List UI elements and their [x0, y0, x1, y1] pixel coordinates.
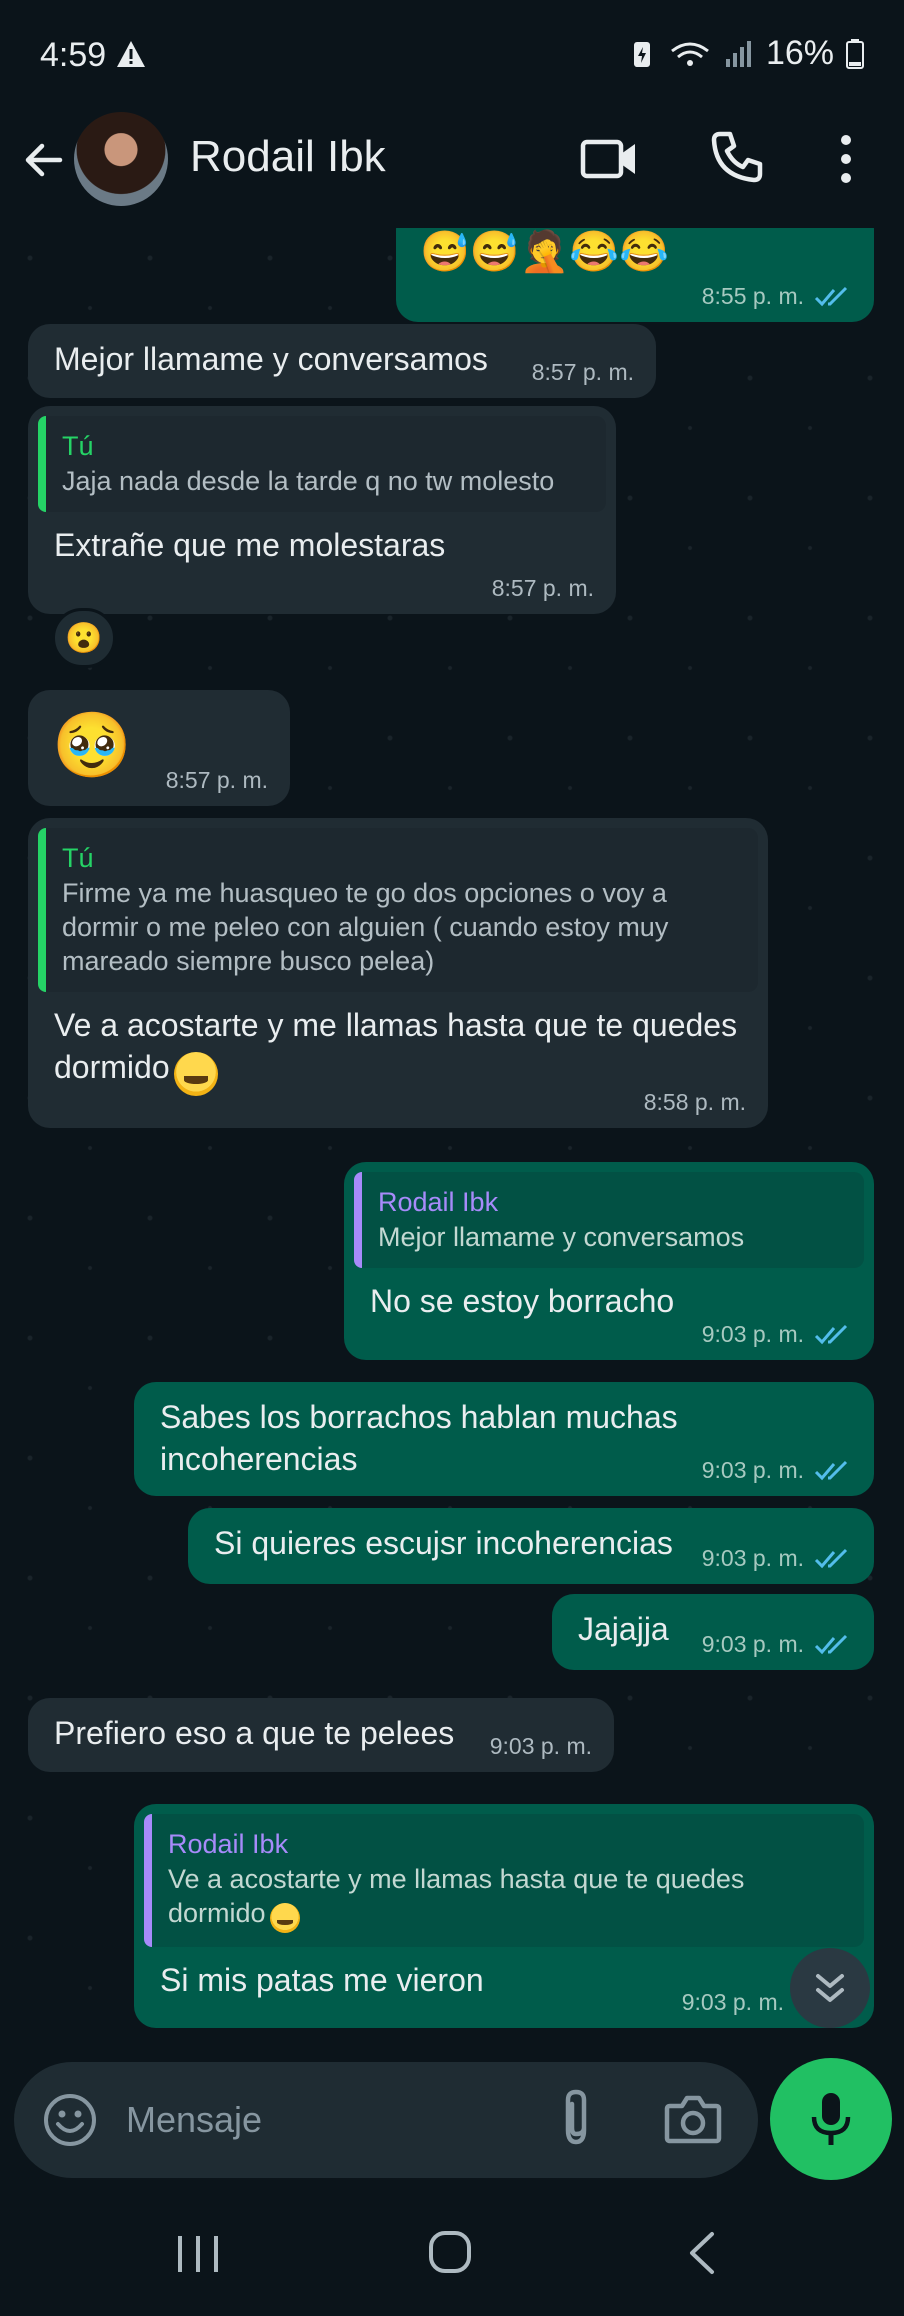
- warning-icon: [117, 41, 145, 67]
- system-nav-bar: [0, 2188, 904, 2316]
- quote-author: Rodail Ibk: [168, 1829, 289, 1859]
- message-outgoing[interactable]: Jajajja 9:03 p. m.: [552, 1594, 874, 1670]
- quoted-message[interactable]: Tú Jaja nada desde la tarde q no tw mole…: [38, 416, 606, 512]
- recent-apps-icon[interactable]: [176, 2234, 220, 2274]
- scroll-to-bottom-button[interactable]: [790, 1948, 870, 2028]
- video-call-icon[interactable]: [580, 134, 638, 184]
- double-chevron-down-icon: [816, 1974, 844, 2002]
- message-time: 8:57 p. m.: [165, 767, 268, 793]
- status-right: 16%: [628, 34, 864, 73]
- quote-text: Ve a acostarte y me llamas hasta que te …: [168, 1864, 745, 1928]
- home-icon[interactable]: [428, 2230, 472, 2274]
- message-time: 9:03 p. m.: [489, 1733, 592, 1759]
- message-outgoing[interactable]: Sabes los borrachos hablan muchas incohe…: [134, 1382, 874, 1496]
- battery-saver-icon: [633, 41, 650, 67]
- phone-call-icon[interactable]: [710, 130, 764, 184]
- message-time: 8:55 p. m.: [701, 283, 804, 309]
- message-meta: 8:57 p. m.: [166, 767, 268, 794]
- message-time: 9:03 p. m.: [701, 1545, 804, 1571]
- message-list[interactable]: 😅😅🤦😂😂 8:55 p. m. Mejor llamame y convers…: [0, 228, 904, 2048]
- message-outgoing-reply[interactable]: Rodail Ibk Mejor llamame y conversamos N…: [344, 1162, 874, 1360]
- status-bar: 4:59 16%: [0, 0, 904, 108]
- quote-text: Firme ya me huasqueo te go dos opciones …: [62, 878, 669, 976]
- message-meta: 8:58 p. m.: [644, 1089, 746, 1116]
- grinning-sweat-emoji-icon: [270, 1902, 300, 1933]
- read-ticks-icon: [814, 1634, 848, 1654]
- message-time: 9:03 p. m.: [681, 1989, 784, 2015]
- battery-icon: [846, 38, 864, 69]
- message-meta: 8:57 p. m.: [492, 575, 594, 602]
- emoji-message: 🥹: [52, 709, 132, 781]
- message-text: No se estoy borracho: [370, 1283, 675, 1319]
- grinning-sweat-emoji-icon: [174, 1051, 219, 1096]
- quote-bar: [38, 416, 46, 512]
- emoji-picker-icon[interactable]: [42, 2092, 98, 2148]
- message-text: Extrañe que me molestaras: [54, 527, 446, 563]
- emoji-message: 😅😅🤦😂😂: [420, 230, 670, 274]
- message-meta: 9:03 p. m.: [682, 1989, 784, 2016]
- quoted-message[interactable]: Rodail Ibk Mejor llamame y conversamos: [354, 1172, 864, 1268]
- quote-bar: [38, 828, 46, 992]
- quote-text: Mejor llamame y conversamos: [378, 1222, 745, 1252]
- message-time: 8:57 p. m.: [531, 359, 634, 385]
- message-incoming[interactable]: 🥹 8:57 p. m.: [28, 690, 290, 806]
- attach-paperclip-icon[interactable]: [552, 2088, 602, 2148]
- quote-author: Rodail Ibk: [378, 1187, 499, 1217]
- composer: [0, 2048, 904, 2188]
- wifi-icon: [671, 42, 709, 66]
- message-text: Sabes los borrachos hablan muchas incohe…: [160, 1399, 687, 1477]
- message-meta: 9:03 p. m.: [702, 1321, 852, 1348]
- message-incoming[interactable]: Prefiero eso a que te pelees 9:03 p. m.: [28, 1698, 614, 1772]
- quote-body: Ve a acostarte y me llamas hasta que te …: [168, 1862, 846, 1933]
- message-meta: 9:03 p. m.: [702, 1631, 852, 1658]
- message-meta: 9:03 p. m.: [490, 1733, 592, 1760]
- nav-back-icon[interactable]: [686, 2230, 716, 2276]
- read-ticks-icon: [814, 1460, 848, 1480]
- quote-bar: [144, 1814, 152, 1947]
- contact-avatar[interactable]: [74, 112, 168, 206]
- back-arrow-icon[interactable]: [20, 136, 68, 184]
- more-options-icon[interactable]: [838, 134, 854, 184]
- message-input-box[interactable]: [14, 2062, 758, 2178]
- message-meta: 8:55 p. m.: [702, 283, 852, 310]
- quote-author: Tú: [62, 431, 94, 461]
- status-time: 4:59: [40, 36, 107, 74]
- battery-level: 16%: [765, 34, 834, 72]
- message-body: Ve a acostarte y me llamas hasta que te …: [38, 1004, 758, 1096]
- contact-name[interactable]: Rodail Ibk: [190, 132, 386, 182]
- message-incoming-reply[interactable]: Tú Firme ya me huasqueo te go dos opcion…: [28, 818, 768, 1128]
- microphone-icon: [811, 2093, 851, 2145]
- message-time: 9:03 p. m.: [701, 1631, 804, 1657]
- quoted-message[interactable]: Tú Firme ya me huasqueo te go dos opcion…: [38, 828, 758, 992]
- message-time: 8:57 p. m.: [491, 575, 594, 601]
- message-meta: 8:57 p. m.: [532, 359, 634, 386]
- quote-bar: [354, 1172, 362, 1268]
- message-incoming-reply[interactable]: Tú Jaja nada desde la tarde q no tw mole…: [28, 406, 616, 614]
- chat-header: Rodail Ibk: [0, 108, 904, 228]
- message-reaction[interactable]: 😮: [52, 608, 116, 668]
- quote-author: Tú: [62, 843, 94, 873]
- read-ticks-icon: [814, 286, 848, 306]
- message-time: 8:58 p. m.: [643, 1089, 746, 1115]
- message-meta: 9:03 p. m.: [702, 1457, 852, 1484]
- message-outgoing[interactable]: 😅😅🤦😂😂 8:55 p. m.: [396, 228, 874, 322]
- message-time: 9:03 p. m.: [701, 1321, 804, 1347]
- message-input[interactable]: [126, 2092, 506, 2148]
- read-ticks-icon: [814, 1548, 848, 1568]
- message-time: 9:03 p. m.: [701, 1457, 804, 1483]
- quote-text: Jaja nada desde la tarde q no tw molesto: [62, 466, 555, 496]
- read-ticks-icon: [814, 1324, 848, 1344]
- message-text: Ve a acostarte y me llamas hasta que te …: [54, 1007, 746, 1085]
- signal-icon: [725, 40, 751, 67]
- quoted-message[interactable]: Rodail Ibk Ve a acostarte y me llamas ha…: [144, 1814, 864, 1947]
- voice-message-button[interactable]: [770, 2058, 892, 2180]
- message-outgoing[interactable]: Si quieres escujsr incoherencias 9:03 p.…: [188, 1508, 874, 1584]
- message-meta: 9:03 p. m.: [702, 1545, 852, 1572]
- message-outgoing-reply[interactable]: Rodail Ibk Ve a acostarte y me llamas ha…: [134, 1804, 874, 2028]
- message-incoming[interactable]: Mejor llamame y conversamos 8:57 p. m.: [28, 324, 656, 398]
- camera-icon[interactable]: [664, 2092, 722, 2144]
